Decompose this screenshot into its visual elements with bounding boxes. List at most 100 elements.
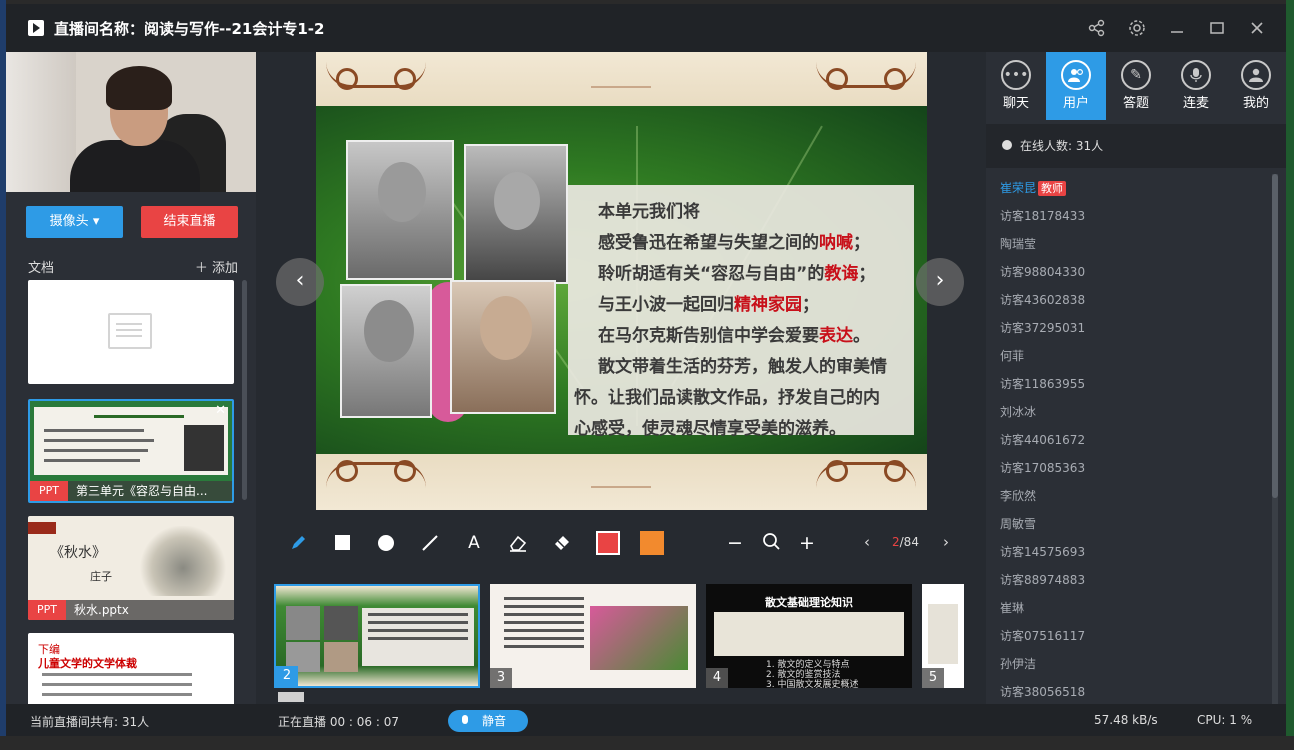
user-row[interactable]: 崔琳	[1000, 594, 1270, 622]
tab-label: 用户	[1062, 96, 1089, 111]
slide-text: 散文带着生活的芬芳，触发人的审美情	[598, 357, 887, 377]
slide-text: 感受鲁迅在希望与失望之间的	[598, 233, 819, 253]
doc-card-qiushui[interactable]: 《秋水》 庄子 PPT 秋水.pptx	[28, 516, 234, 620]
slide-highlight: 呐喊	[819, 233, 853, 253]
docs-list: ✕ PPT 第三单元《容忍与自由... 《秋水》 庄子 PPT 秋水.pptx …	[28, 280, 234, 704]
user-row[interactable]: 访客14575693	[1000, 538, 1270, 566]
user-row[interactable]: 访客88974883	[1000, 566, 1270, 594]
app-play-icon	[28, 20, 44, 36]
stroke-color-swatch[interactable]	[596, 531, 620, 555]
window-title: 直播间名称：阅读与写作--21会计专1-2	[54, 19, 325, 38]
user-list-scrollbar[interactable]	[1272, 174, 1278, 704]
mute-button[interactable]: 静音	[448, 710, 528, 732]
user-row[interactable]: 李欣然	[1000, 482, 1270, 510]
share-icon[interactable]	[1088, 19, 1106, 37]
zoom-search-icon[interactable]	[762, 532, 780, 555]
close-doc-icon[interactable]: ✕	[215, 403, 226, 418]
camera-button[interactable]: 摄像头 ▾	[26, 206, 123, 238]
tab-users[interactable]: 用户	[1046, 52, 1106, 120]
user-row[interactable]: 访客37295031	[1000, 314, 1270, 342]
user-row[interactable]: 访客44061672	[1000, 426, 1270, 454]
user-row[interactable]: 访客18178433	[1000, 202, 1270, 230]
minimize-icon[interactable]	[1168, 19, 1186, 37]
text-icon[interactable]: A	[464, 533, 484, 553]
docs-header: 文档 ＋ 添加	[28, 257, 238, 277]
slide-thumb-2[interactable]: 2	[274, 584, 480, 688]
line-icon[interactable]	[420, 533, 440, 553]
user-row-teacher[interactable]: 崔荣昆 教师	[1000, 174, 1270, 202]
slide-number: 3	[490, 668, 512, 688]
eraser-icon[interactable]	[508, 533, 528, 553]
thumbnail-photo	[184, 425, 224, 471]
mute-label: 静音	[482, 714, 507, 728]
fill-color-swatch[interactable]	[640, 531, 664, 555]
room-user-count: 当前直播间共有: 31人	[30, 715, 150, 729]
slide-thumb-4[interactable]: 散文基础理论知识 1. 散文的定义与特点 2. 散文的鉴赏技法 3. 中国散文发…	[706, 584, 912, 688]
slide-top-border	[316, 52, 927, 106]
slide-thumbnails: 2 3 散文基础理论知识 1. 散文的定义与特点 2. 散文的鉴赏技法 3. 中…	[274, 580, 964, 688]
doc-slide-author: 庄子	[90, 570, 112, 583]
user-row[interactable]: 访客43602838	[1000, 286, 1270, 314]
thumb-item: 3. 中国散文发展史概述	[766, 680, 859, 688]
drawing-toolbar: A − + ‹ 2 /84 ›	[264, 514, 978, 572]
settings-icon[interactable]	[1128, 19, 1146, 37]
rectangle-icon[interactable]	[332, 533, 352, 553]
right-tabs: ••• 聊天 用户 ✎ 答题 连麦 我的	[986, 52, 1286, 120]
tab-mic[interactable]: 连麦	[1166, 52, 1226, 120]
zoom-in-icon[interactable]: +	[798, 532, 816, 554]
user-row[interactable]: 访客11863955	[1000, 370, 1270, 398]
next-page-icon[interactable]: ›	[943, 533, 949, 551]
circle-icon[interactable]	[376, 533, 396, 553]
user-row[interactable]: 周敏雪	[1000, 510, 1270, 538]
slide-thumb-5[interactable]: 5	[922, 584, 964, 688]
tab-quiz[interactable]: ✎ 答题	[1106, 52, 1166, 120]
page-current: 2	[892, 535, 900, 549]
doc-card-unit3[interactable]: ✕ PPT 第三单元《容忍与自由...	[28, 399, 234, 503]
tab-mine[interactable]: 我的	[1226, 52, 1286, 120]
photo-luxun	[346, 140, 454, 280]
scrollbar-thumb[interactable]	[1272, 174, 1278, 498]
teacher-name: 崔荣昆	[1000, 181, 1037, 195]
user-row[interactable]: 孙伊洁	[1000, 650, 1270, 678]
slide-line: 聆听胡适有关“容忍与自由”的教诲；	[598, 259, 900, 290]
doc-slide-items	[42, 673, 192, 704]
teacher-badge: 教师	[1038, 181, 1067, 196]
thumbnails-scrollbar[interactable]	[278, 692, 304, 702]
user-row[interactable]: 访客17085363	[1000, 454, 1270, 482]
camera-person-body	[70, 140, 200, 192]
next-slide-button[interactable]: ›	[916, 258, 964, 306]
slide-thumb-3[interactable]: 3	[490, 584, 696, 688]
tab-chat[interactable]: ••• 聊天	[986, 52, 1046, 120]
prev-slide-button[interactable]: ‹	[276, 258, 324, 306]
user-row[interactable]: 访客38056518	[1000, 678, 1270, 704]
user-row[interactable]: 何菲	[1000, 342, 1270, 370]
live-duration: 正在直播 00 : 06 : 07	[278, 715, 399, 729]
doc-card-children-lit[interactable]: 下编 儿童文学的文学体裁	[28, 633, 234, 704]
profile-icon	[1241, 60, 1271, 90]
zoom-out-icon[interactable]: −	[726, 532, 744, 554]
user-row[interactable]: 陶瑞莹	[1000, 230, 1270, 258]
clear-icon[interactable]	[552, 533, 572, 553]
slide-text: ；	[853, 233, 870, 253]
slide-bottom-border	[316, 454, 927, 510]
user-row[interactable]: 刘冰冰	[1000, 398, 1270, 426]
user-row[interactable]: 访客98804330	[1000, 258, 1270, 286]
portrait-face	[494, 172, 540, 230]
page-indicator: ‹ 2 /84 ›	[864, 533, 949, 551]
user-row[interactable]: 访客07516117	[1000, 622, 1270, 650]
close-icon[interactable]	[1248, 19, 1266, 37]
prev-page-icon[interactable]: ‹	[864, 533, 870, 551]
add-doc-button[interactable]: ＋ 添加	[195, 257, 238, 276]
pen-icon[interactable]	[288, 533, 308, 553]
maximize-icon[interactable]	[1208, 19, 1226, 37]
docs-scrollbar[interactable]	[242, 280, 247, 500]
thumbnail-photo	[324, 606, 358, 640]
left-panel: 摄像头 ▾ 结束直播 文档 ＋ 添加 ✕ PPT 第三单元《容忍与自由... 《…	[6, 52, 256, 704]
end-live-button[interactable]: 结束直播	[141, 206, 238, 238]
page-total: /84	[899, 535, 919, 549]
doc-card-blank[interactable]	[28, 280, 234, 384]
ornament-right	[816, 462, 916, 488]
slide-text: ；	[858, 264, 876, 284]
photo-marquez	[450, 280, 556, 414]
camera-button-label: 摄像头	[49, 214, 89, 229]
